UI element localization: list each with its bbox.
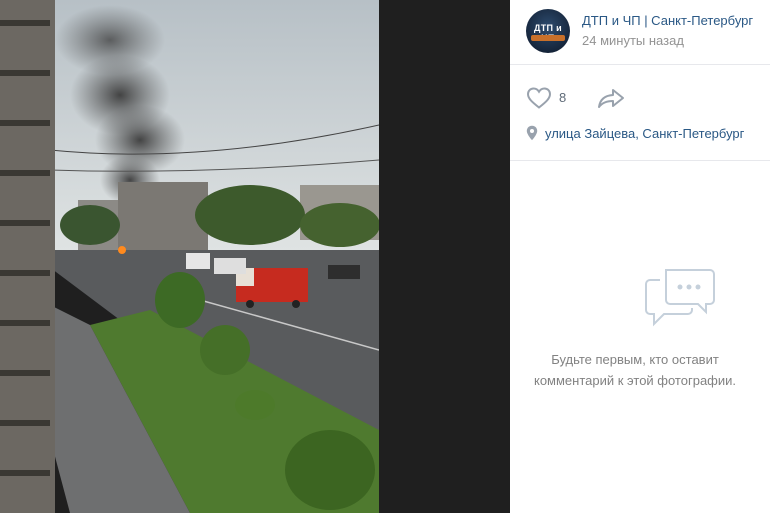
street-photo-image (0, 0, 379, 513)
avatar[interactable]: ДТП и ЧП (526, 9, 570, 53)
avatar-flame-mark (531, 35, 565, 41)
divider (510, 64, 770, 65)
author-link[interactable]: ДТП и ЧП | Санкт-Петербург (582, 13, 753, 28)
post-header: ДТП и ЧП ДТП и ЧП | Санкт-Петербург 24 м… (526, 9, 770, 53)
empty-comments-line-1: Будьте первым, кто оставит (551, 352, 719, 367)
share-arrow-icon (598, 89, 624, 108)
divider (510, 160, 770, 161)
share-button[interactable] (596, 86, 626, 110)
photo-viewer (0, 0, 510, 513)
comments-icon (644, 262, 716, 333)
location-link[interactable]: улица Зайцева, Санкт-Петербург (545, 126, 744, 141)
empty-comments-line-2: комментарий к этой фотографии. (533, 373, 737, 388)
post-sidebar: ДТП и ЧП ДТП и ЧП | Санкт-Петербург 24 м… (510, 0, 770, 513)
post-photo[interactable] (0, 0, 379, 513)
post-actions: 8 (526, 86, 726, 110)
empty-comments-message: Будьте первым, кто оставит комментарий к… (510, 349, 770, 391)
post-time[interactable]: 24 минуты назад (582, 33, 684, 48)
like-button[interactable]: 8 (526, 86, 576, 110)
map-pin-icon (526, 125, 538, 141)
heart-icon (526, 87, 552, 109)
like-count: 8 (559, 90, 567, 105)
